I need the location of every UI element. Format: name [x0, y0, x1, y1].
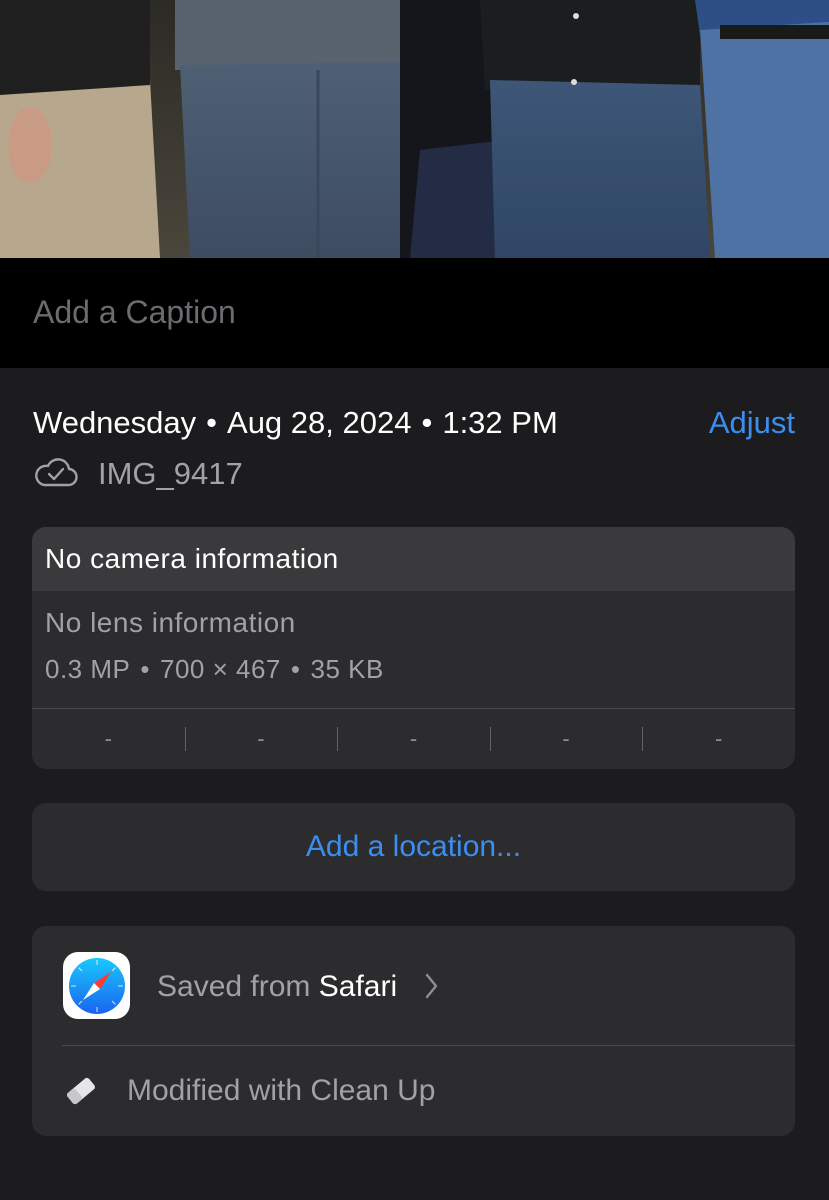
filename-label: IMG_9417: [98, 456, 243, 491]
exif-aperture: -: [489, 709, 643, 769]
filename-row: IMG_9417: [33, 456, 243, 492]
lens-info: No lens information: [45, 607, 296, 638]
photo-preview[interactable]: [0, 0, 829, 258]
adjust-button[interactable]: Adjust: [709, 405, 795, 441]
exif-shutter-speed: -: [642, 709, 795, 769]
camera-info-card: No camera information No lens informatio…: [32, 527, 795, 769]
saved-from-label: Saved from Safari: [157, 970, 397, 1004]
separator-dot: •: [421, 405, 433, 440]
source-card: Saved from Safari Modified with Clean Up: [32, 926, 795, 1136]
cloud-check-icon: [33, 456, 98, 493]
exif-exposure-value: -: [337, 709, 490, 769]
separator-dot: •: [290, 654, 301, 684]
source-app-name: Safari: [318, 970, 398, 1003]
modified-row: Modified with Clean Up: [32, 1046, 795, 1136]
separator-dot: •: [140, 654, 150, 684]
time-label: 1:32 PM: [442, 405, 558, 440]
exif-focal-length: -: [184, 709, 338, 769]
chevron-right-icon: [425, 973, 439, 1004]
exif-iso: -: [104, 726, 112, 751]
date-time-label: Wednesday • Aug 28, 2024 • 1:32 PM: [33, 405, 558, 441]
caption-area[interactable]: Add a Caption: [0, 258, 829, 368]
modified-label: Modified with Clean Up: [127, 1074, 436, 1107]
add-location-label: Add a location...: [305, 830, 522, 863]
saved-from-row[interactable]: Saved from Safari: [32, 926, 795, 1046]
dimensions-label: 700 × 467: [159, 654, 281, 684]
saved-prefix: Saved from: [157, 970, 311, 1003]
exif-row: - - - - -: [32, 709, 795, 769]
day-label: Wednesday: [33, 405, 197, 440]
filesize-label: 35 KB: [310, 654, 384, 684]
eraser-icon: [64, 1075, 98, 1112]
safari-icon: [63, 952, 130, 1019]
caption-input[interactable]: Add a Caption: [33, 294, 236, 331]
date-label: Aug 28, 2024: [227, 405, 412, 440]
image-specs: 0.3 MP • 700 × 467 • 35 KB: [45, 654, 384, 685]
separator-dot: •: [206, 405, 218, 440]
add-location-button[interactable]: Add a location...: [32, 803, 795, 891]
megapixels-label: 0.3 MP: [45, 654, 131, 684]
camera-title: No camera information: [32, 527, 795, 591]
